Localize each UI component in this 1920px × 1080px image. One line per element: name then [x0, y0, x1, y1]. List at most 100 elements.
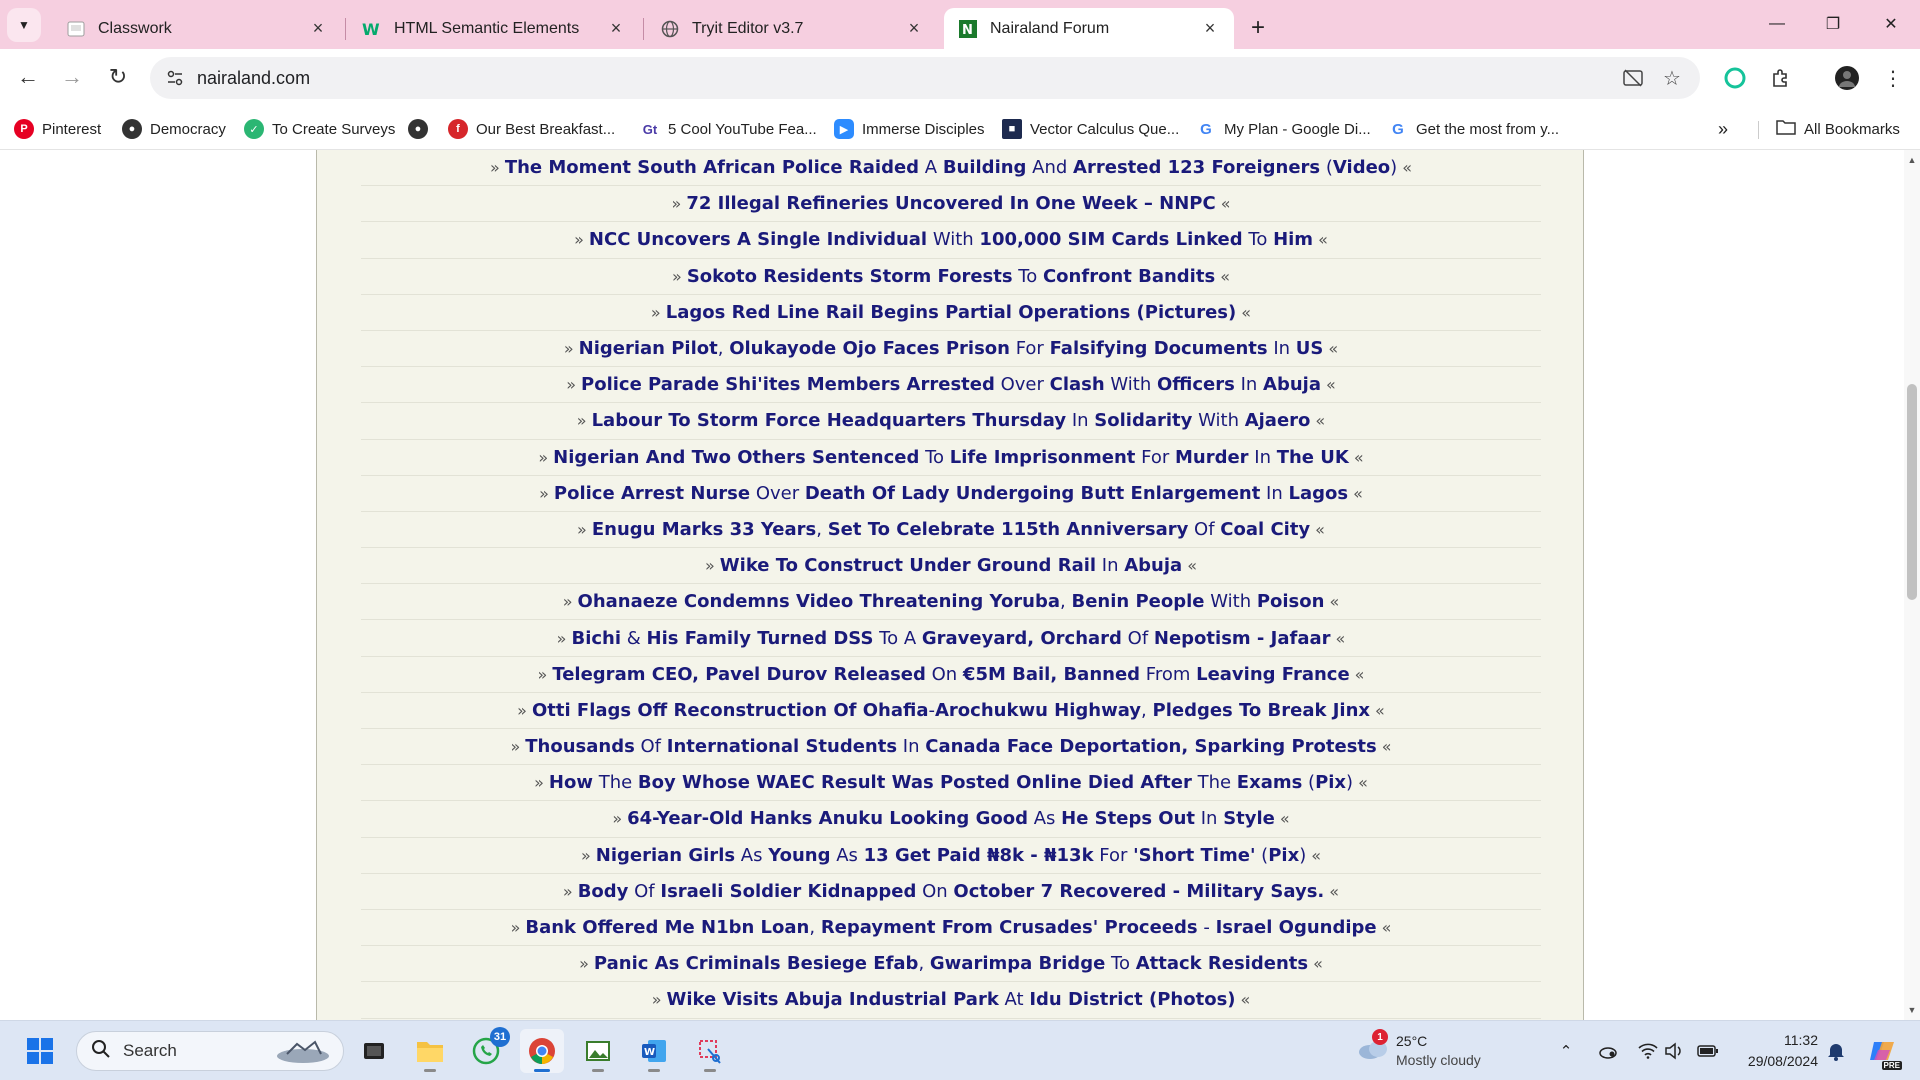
news-link[interactable]: Confront Bandits	[1043, 266, 1215, 287]
snipping-tool-button[interactable]	[688, 1029, 732, 1073]
news-link[interactable]: Sokoto Residents Storm Forests	[687, 266, 1013, 287]
scroll-up-icon[interactable]: ▲	[1904, 152, 1920, 168]
tab-nairaland-forum[interactable]: N Nairaland Forum ×	[944, 8, 1234, 49]
news-link[interactable]: Murder	[1175, 447, 1249, 468]
start-button[interactable]	[18, 1029, 62, 1073]
tab-html-semantic-elements[interactable]: W HTML Semantic Elements ×	[348, 8, 640, 49]
news-link[interactable]: Otti Flags Off Reconstruction Of Ohafia	[532, 700, 929, 721]
news-link[interactable]: Arochukwu Highway	[935, 700, 1141, 721]
news-link[interactable]: The Moment South African Police Raided	[505, 157, 919, 178]
news-link[interactable]: Lagos Red Line Rail Begins Partial Opera…	[666, 302, 1237, 323]
news-link[interactable]: Attack Residents	[1136, 953, 1308, 974]
news-link[interactable]: Telegram CEO, Pavel Durov Released	[552, 664, 926, 685]
news-link[interactable]: Pix	[1268, 845, 1299, 866]
word-button[interactable]: W	[632, 1029, 676, 1073]
news-link[interactable]: Graveyard, Orchard	[922, 628, 1122, 649]
news-link[interactable]: NCC Uncovers A Single Individual	[589, 229, 927, 250]
grammarly-icon[interactable]	[1718, 61, 1752, 95]
news-link[interactable]: Nigerian And Two Others Sentenced	[553, 447, 919, 468]
reload-button[interactable]: ↻	[100, 59, 136, 95]
news-link[interactable]: Police Arrest Nurse	[554, 483, 750, 504]
close-icon[interactable]: ×	[308, 18, 328, 39]
news-link[interactable]: Ohanaeze Condemns Video Threatening Yoru…	[578, 591, 1060, 612]
close-icon[interactable]: ×	[606, 18, 626, 39]
news-link[interactable]: Benin People	[1071, 591, 1204, 612]
news-link[interactable]: Abuja	[1263, 374, 1321, 395]
news-link[interactable]: Abuja	[1124, 555, 1182, 576]
forward-button[interactable]: →	[54, 59, 90, 95]
news-link[interactable]: His Family Turned DSS	[647, 628, 874, 649]
tab-classwork[interactable]: Classwork ×	[52, 8, 342, 49]
bookmark-item[interactable]: G Get the most from y...	[1388, 115, 1559, 143]
news-link[interactable]: Israel Ogundipe	[1216, 917, 1377, 938]
news-link[interactable]: Lagos	[1289, 483, 1349, 504]
news-link[interactable]: Set To Celebrate 115th Anniversary	[828, 519, 1189, 540]
news-link[interactable]: Wike To Construct Under Ground Rail	[720, 555, 1096, 576]
news-link[interactable]: Officers	[1157, 374, 1235, 395]
restore-button[interactable]: ❐	[1810, 8, 1856, 40]
avatar[interactable]	[1830, 61, 1864, 95]
show-hidden-icons-button[interactable]: ⌃	[1554, 1039, 1578, 1063]
bookmark-item[interactable]: f Our Best Breakfast...	[448, 115, 615, 143]
chrome-button[interactable]	[520, 1029, 564, 1073]
news-link[interactable]: Israeli Soldier Kidnapped	[660, 881, 916, 902]
news-link[interactable]: He Steps Out	[1061, 808, 1195, 829]
news-link[interactable]: Labour To Storm Force Headquarters Thurs…	[592, 410, 1067, 431]
bookmark-item[interactable]: G My Plan - Google Di...	[1196, 115, 1371, 143]
whatsapp-button[interactable]: 31	[464, 1027, 510, 1073]
news-link[interactable]: Life Imprisonment	[950, 447, 1136, 468]
news-link[interactable]: Poison	[1257, 591, 1325, 612]
image-app-button[interactable]	[576, 1029, 620, 1073]
bookmark-item[interactable]: ● Democracy	[122, 115, 226, 143]
news-link[interactable]: Him	[1273, 229, 1313, 250]
scroll-down-icon[interactable]: ▼	[1904, 1002, 1920, 1018]
bookmark-item[interactable]: P Pinterest	[14, 115, 101, 143]
news-link[interactable]: Pledges To Break Jinx	[1153, 700, 1371, 721]
news-link[interactable]: How	[549, 772, 593, 793]
news-link[interactable]: International Students	[667, 736, 897, 757]
taskbar-search[interactable]: Search	[76, 1031, 344, 1071]
news-link[interactable]: Solidarity	[1094, 410, 1192, 431]
notifications-bell-icon[interactable]	[1824, 1039, 1848, 1063]
news-link[interactable]: Idu District (Photos)	[1029, 989, 1235, 1010]
news-link[interactable]: Ajaero	[1245, 410, 1311, 431]
back-button[interactable]: ←	[10, 59, 46, 95]
news-link[interactable]: Enugu Marks 33 Years	[592, 519, 816, 540]
bookmark-item[interactable]: ✓ To Create Surveys	[244, 115, 395, 143]
url-text[interactable]: nairaland.com	[197, 68, 310, 89]
news-link[interactable]: Exams	[1237, 772, 1303, 793]
cloud-sync-icon[interactable]	[1596, 1039, 1620, 1063]
copilot-button[interactable]: PRE	[1866, 1034, 1902, 1070]
close-window-button[interactable]: ✕	[1868, 8, 1914, 40]
close-icon[interactable]: ×	[904, 18, 924, 39]
bookmark-item[interactable]: ▶ Immerse Disciples	[834, 115, 985, 143]
news-link[interactable]: Canada Face Deportation, Sparking Protes…	[925, 736, 1377, 757]
news-link[interactable]: Video	[1333, 157, 1390, 178]
news-link[interactable]: Boy Whose WAEC Result Was Posted Online …	[638, 772, 1192, 793]
volume-icon[interactable]	[1662, 1039, 1686, 1063]
news-link[interactable]: €5M Bail, Banned	[963, 664, 1140, 685]
news-link[interactable]: Repayment From Crusades' Proceeds	[821, 917, 1198, 938]
bookmark-item[interactable]: ■ Vector Calculus Que...	[1002, 115, 1179, 143]
news-link[interactable]: Nigerian Girls	[596, 845, 735, 866]
close-icon[interactable]: ×	[1200, 18, 1220, 39]
site-settings-icon[interactable]	[160, 63, 190, 93]
news-link[interactable]: Style	[1223, 808, 1275, 829]
news-link[interactable]: Nepotism - Jafaar	[1154, 628, 1331, 649]
news-link[interactable]: Coal City	[1220, 519, 1310, 540]
news-link[interactable]: Young	[768, 845, 830, 866]
news-link[interactable]: Olukayode Ojo Faces Prison	[729, 338, 1010, 359]
news-link[interactable]: 'Short Time'	[1133, 845, 1255, 866]
scroll-thumb[interactable]	[1907, 384, 1917, 600]
address-bar[interactable]: nairaland.com ☆	[150, 57, 1700, 99]
news-link[interactable]: Bichi	[571, 628, 621, 649]
more-options-icon[interactable]: ⋮	[1876, 61, 1910, 95]
news-link[interactable]: Clash	[1050, 374, 1105, 395]
news-link[interactable]: 13 Get Paid ₦8k - ₦13k	[864, 845, 1094, 866]
news-link[interactable]: Wike Visits Abuja Industrial Park	[666, 989, 998, 1010]
tab-search-button[interactable]: ▼	[7, 8, 41, 42]
vertical-scrollbar[interactable]: ▲ ▼	[1904, 150, 1920, 1020]
news-link[interactable]: Thousands	[525, 736, 635, 757]
images-off-icon[interactable]	[1618, 63, 1648, 93]
news-link[interactable]: Panic As Criminals Besiege Efab	[594, 953, 919, 974]
